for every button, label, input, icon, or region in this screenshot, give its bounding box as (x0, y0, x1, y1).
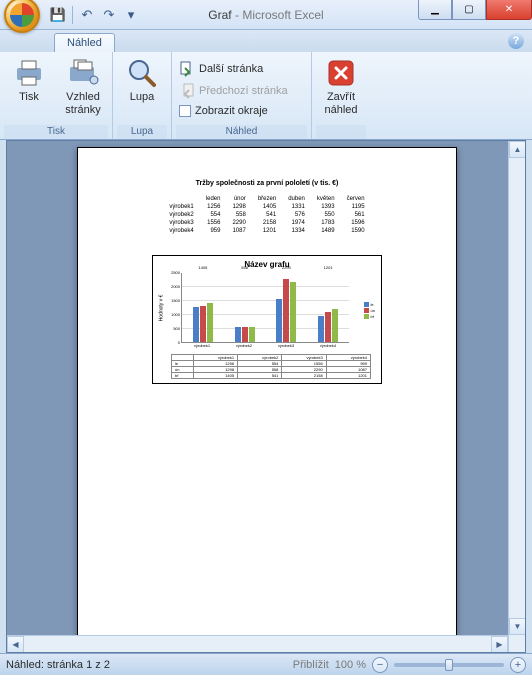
chart-data-table: výrobek1výrobek2výrobek3výrobek4le125655… (171, 354, 371, 379)
zoom-value: 100 % (335, 659, 366, 671)
prev-page-icon (179, 83, 195, 99)
page-preview[interactable]: Tržby společnosti za první pololetí (v t… (77, 147, 457, 653)
ribbon: Tisk Vzhled stránky Tisk Lupa Lupa (0, 52, 532, 140)
group-label-lupa: Lupa (117, 125, 167, 139)
tab-nahled[interactable]: Náhled (54, 33, 115, 52)
chart-y-label: Hodnoty v € (158, 294, 164, 321)
page-heading: Tržby společnosti za první pololetí (v t… (104, 180, 430, 187)
print-button[interactable]: Tisk (4, 55, 54, 106)
redo-icon[interactable]: ↷ (101, 7, 117, 23)
page-setup-button[interactable]: Vzhled stránky (58, 55, 108, 118)
undo-icon[interactable]: ↶ (79, 7, 95, 23)
help-button[interactable]: ? (508, 33, 524, 49)
zoom-thumb[interactable] (445, 659, 453, 671)
minimize-button[interactable]: ▁ (418, 0, 452, 20)
next-page-icon (179, 61, 195, 77)
preview-viewport: Tržby společnosti za první pololetí (v t… (6, 140, 526, 653)
chart-x-ticks: výrobek1výrobek2výrobek3výrobek4 (181, 343, 349, 348)
chart-plot-area: 25002000150010005000 Hodnoty v € (181, 273, 349, 343)
zoom-slider[interactable] (394, 663, 504, 667)
ribbon-tabs: Náhled ? (0, 30, 532, 52)
zoom-in-button[interactable]: + (510, 657, 526, 673)
zoom-label: Přiblížit (293, 659, 329, 671)
scrollbar-vertical[interactable]: ▲ ▼ (508, 141, 525, 652)
document-name: Graf (208, 8, 231, 22)
close-preview-button[interactable]: Zavřít náhled (316, 55, 366, 118)
scroll-down-icon[interactable]: ▼ (509, 618, 526, 635)
chart-legend: leúnbř (364, 301, 375, 320)
quick-access-toolbar: 💾 ↶ ↷ ▾ (50, 6, 139, 24)
office-button[interactable] (4, 0, 40, 33)
prev-page-button: Předchozí stránka (176, 81, 291, 101)
close-button[interactable]: ✕ (486, 0, 532, 20)
printer-icon (13, 57, 45, 89)
magnifier-icon (126, 57, 158, 89)
scrollbar-horizontal[interactable]: ◀ ▶ (7, 635, 508, 652)
zoom-button[interactable]: Lupa (117, 55, 167, 106)
page-setup-icon (67, 57, 99, 89)
group-label-tisk: Tisk (4, 125, 108, 139)
ribbon-group-close: Zavřít náhled (312, 52, 370, 139)
maximize-button[interactable]: ▢ (452, 0, 486, 20)
checkbox-icon (179, 105, 191, 117)
close-preview-icon (325, 57, 357, 89)
status-bar: Náhled: stránka 1 z 2 Přiblížit 100 % − … (0, 653, 532, 675)
window-controls: ▁ ▢ ✕ (418, 0, 532, 20)
print-label: Tisk (19, 91, 39, 104)
ribbon-group-tisk: Tisk Vzhled stránky Tisk (0, 52, 113, 139)
qat-separator (72, 6, 73, 24)
status-page-info: Náhled: stránka 1 z 2 (6, 659, 110, 671)
app-name: Microsoft Excel (242, 8, 323, 22)
scroll-up-icon[interactable]: ▲ (509, 141, 526, 158)
zoom-out-button[interactable]: − (372, 657, 388, 673)
ribbon-group-lupa: Lupa Lupa (113, 52, 172, 139)
qat-dropdown-icon[interactable]: ▾ (123, 7, 139, 23)
ribbon-group-nahled: Další stránka Předchozí stránka Zobrazit… (172, 52, 312, 139)
scroll-left-icon[interactable]: ◀ (7, 636, 24, 653)
title-bar: 💾 ↶ ↷ ▾ Graf - Microsoft Excel ▁ ▢ ✕ (0, 0, 532, 30)
data-table: ledenúnorbřezendubenkvětenčerven výrobek… (163, 195, 370, 235)
group-label-nahled: Náhled (176, 125, 307, 139)
next-page-button[interactable]: Další stránka (176, 59, 266, 79)
show-margins-toggle[interactable]: Zobrazit okraje (176, 103, 271, 119)
save-icon[interactable]: 💾 (50, 7, 66, 23)
scroll-right-icon[interactable]: ▶ (491, 636, 508, 653)
embedded-chart: Název grafu 25002000150010005000 Hodnoty… (152, 255, 382, 384)
